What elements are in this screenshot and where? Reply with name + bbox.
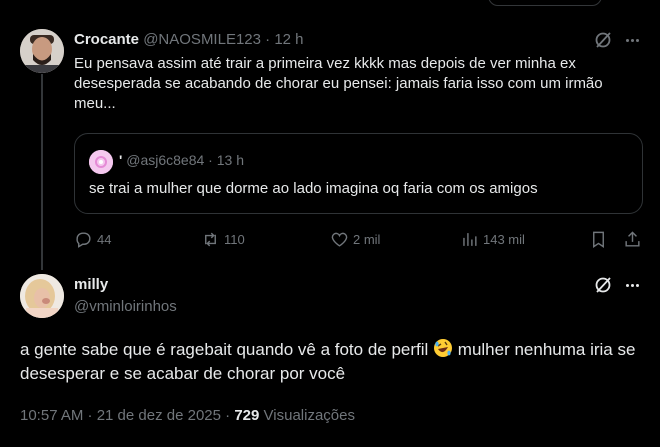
heart-icon [331, 232, 348, 247]
post-timestamp[interactable]: 10:57 AM · 21 de dez de 2025 · [20, 407, 230, 424]
post-text: a gente sabe que é ragebait quando vê a … [20, 338, 640, 386]
separator-dot: · [208, 152, 213, 168]
author-name[interactable]: milly [74, 276, 108, 293]
repost-button[interactable]: 110 [201, 229, 245, 249]
share-icon [625, 230, 640, 247]
author-handle[interactable]: @vminloirinhos [74, 298, 177, 315]
post-meta: 10:57 AM · 21 de dez de 2025 · 729 Visua… [20, 407, 355, 424]
avatar[interactable] [20, 274, 64, 318]
views-count: 729 [234, 407, 260, 424]
more-options-icon[interactable] [622, 30, 642, 50]
avatar-image [20, 274, 64, 318]
reply-header: Crocante @NAOSMILE123 · 12 h [74, 31, 304, 48]
quoted-header: ' @asj6c8e84 · 13 h [119, 152, 244, 168]
views-button[interactable]: 143 mil [460, 229, 525, 249]
top-button-edge[interactable] [488, 0, 602, 6]
bookmark-icon [593, 231, 604, 248]
quoted-post-time[interactable]: 13 h [217, 152, 244, 168]
bookmark-button[interactable] [589, 229, 608, 249]
repost-count: 110 [224, 231, 245, 247]
rolling-on-floor-laughing-icon [434, 339, 453, 357]
repost-icon [205, 232, 216, 246]
thread-connector-line [41, 74, 43, 270]
avatar-image [20, 29, 64, 73]
more-options-icon[interactable] [622, 275, 642, 295]
quoted-author-handle[interactable]: @asj6c8e84 [126, 152, 204, 168]
views-label: Visualizações [263, 407, 355, 424]
views-icon [463, 232, 477, 246]
grok-icon[interactable] [593, 275, 613, 295]
reply-button[interactable]: 44 [74, 229, 111, 249]
post-text-part1: a gente sabe que é ragebait quando vê a … [20, 340, 429, 359]
reply-count: 44 [97, 231, 112, 247]
post-time[interactable]: 12 h [274, 31, 303, 48]
share-button[interactable] [623, 229, 642, 249]
reply-icon [76, 231, 91, 248]
quoted-avatar[interactable] [89, 150, 113, 174]
grok-icon[interactable] [593, 30, 613, 50]
like-button[interactable]: 2 mil [330, 229, 380, 249]
avatar[interactable] [20, 29, 64, 73]
author-handle[interactable]: @NAOSMILE123 [143, 31, 261, 48]
quoted-author-name[interactable]: ' [119, 152, 122, 168]
separator-dot: · [265, 31, 271, 48]
reply-text: Eu pensava assim até trair a primeira ve… [74, 55, 603, 112]
like-count: 2 mil [353, 231, 381, 247]
author-name[interactable]: Crocante [74, 31, 139, 48]
flower-icon [89, 150, 113, 174]
view-count: 143 mil [483, 231, 525, 247]
quoted-text: se trai a mulher que dorme ao lado imagi… [89, 180, 538, 197]
quoted-post[interactable]: ' @asj6c8e84 · 13 h se trai a mulher que… [74, 133, 643, 214]
